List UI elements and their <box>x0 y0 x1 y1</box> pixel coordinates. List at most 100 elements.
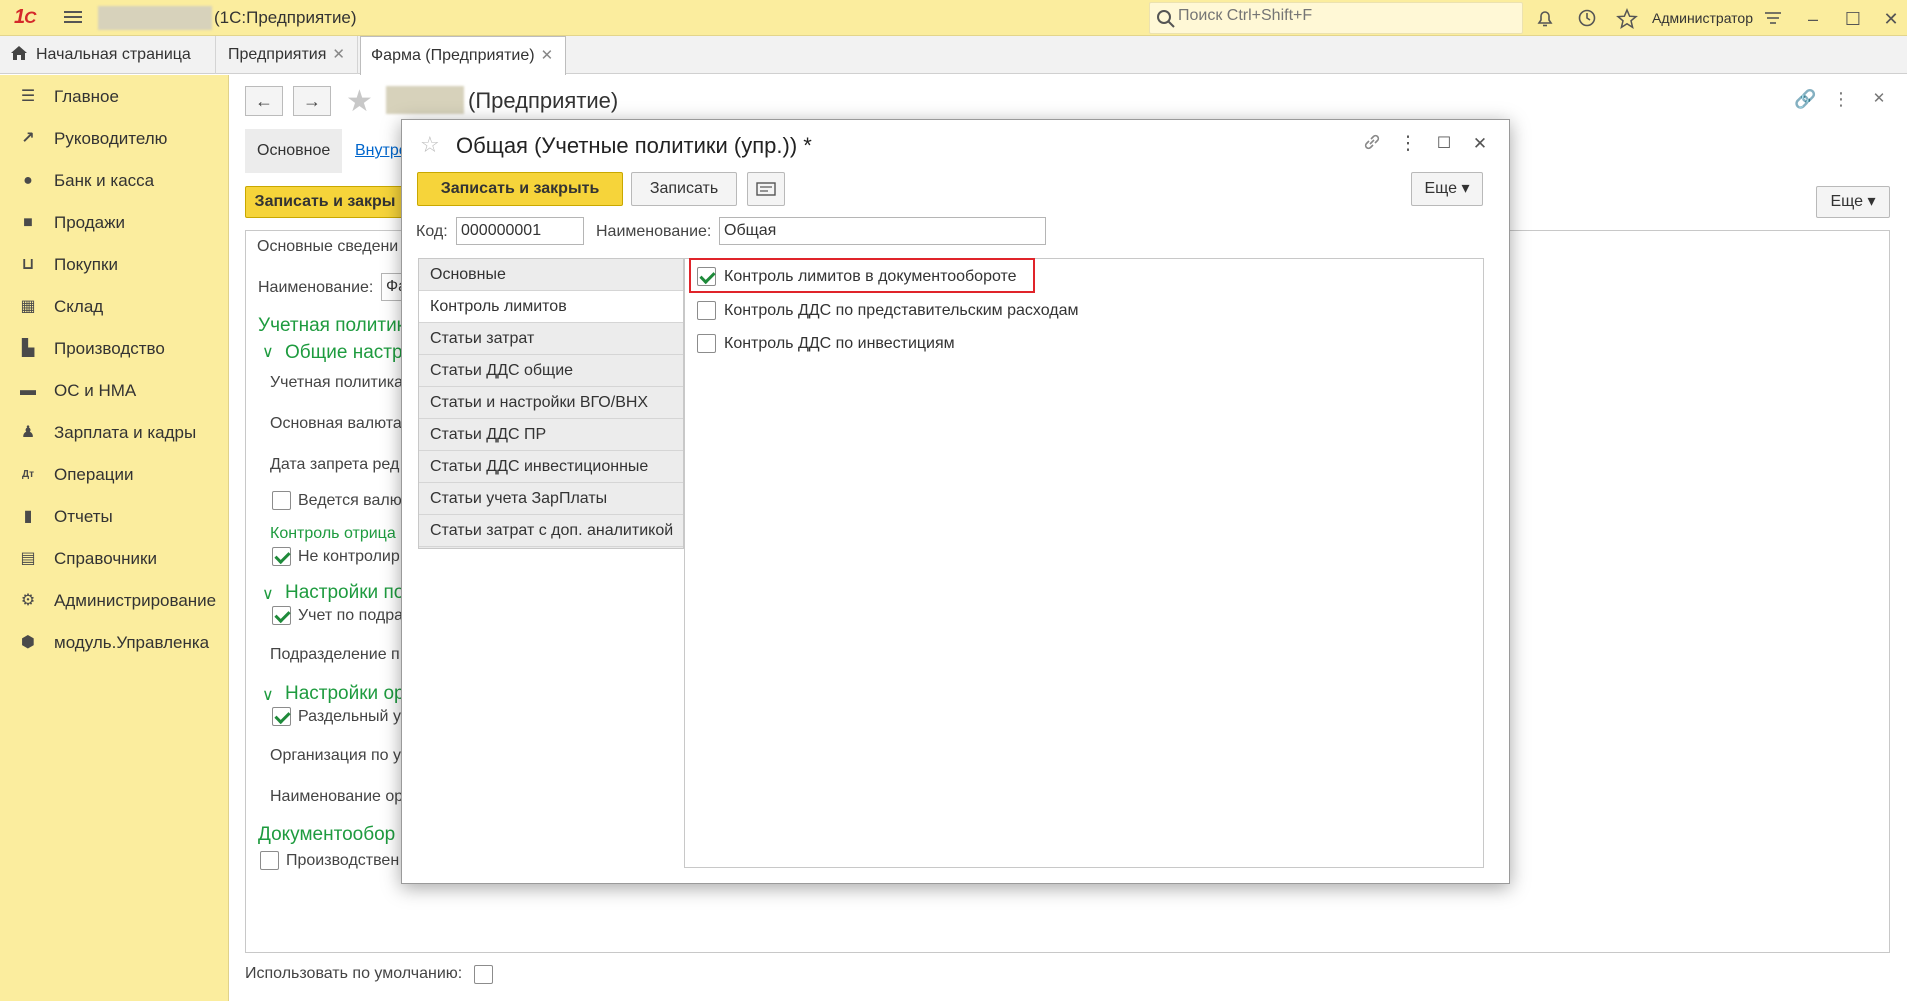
forward-button[interactable]: → <box>293 86 331 116</box>
settings-by-heading[interactable]: Настройки по <box>285 582 404 604</box>
dept-accounting-checkbox[interactable] <box>272 606 291 625</box>
tab-enterprises[interactable]: Предприятия ✕ <box>218 36 358 74</box>
back-button[interactable]: ← <box>245 86 283 116</box>
lock-date-label: Дата запрета ред <box>270 456 400 473</box>
close-dialog-icon[interactable]: ✕ <box>1468 132 1492 156</box>
nav-item-limit-control[interactable]: Контроль лимитов <box>419 291 683 323</box>
bell-icon[interactable] <box>1534 8 1556 30</box>
sidebar-item-label: Отчеты <box>54 507 113 526</box>
nav-item-cost-items[interactable]: Статьи затрат <box>419 323 683 355</box>
docflow-limit-control-checkbox[interactable] <box>697 267 716 286</box>
sidebar-item-sales[interactable]: ■ Продажи <box>0 207 229 239</box>
link-icon[interactable]: 🔗 <box>1794 88 1816 110</box>
limit-control-panel: Контроль лимитов в документообороте Конт… <box>684 258 1484 868</box>
history-icon[interactable] <box>1576 8 1598 30</box>
sidebar-item-management-module[interactable]: ⬢ модуль.Управленка <box>0 627 229 659</box>
general-settings-heading[interactable]: Общие настр <box>285 342 403 364</box>
sidebar-item-operations[interactable]: Дт Операции <box>0 459 229 491</box>
currency-accounting-label: Ведется валю <box>298 492 402 509</box>
save-and-close-button[interactable]: Записать и закрыть <box>417 172 623 206</box>
chevron-down-icon[interactable]: ∨ <box>262 685 274 705</box>
investment-cashflow-checkbox[interactable] <box>697 334 716 353</box>
nav-item-cost-items-analytics[interactable]: Статьи затрат с доп. аналитикой <box>419 515 683 547</box>
tab-main[interactable]: Основное <box>245 129 343 173</box>
favorites-star-icon[interactable] <box>1616 8 1638 30</box>
sidebar-item-label: Производство <box>54 339 165 358</box>
more-button-bg[interactable]: Еще ▾ <box>1816 186 1890 218</box>
nav-item-cashflow-pr[interactable]: Статьи ДДС ПР <box>419 419 683 451</box>
separate-accounting-checkbox[interactable] <box>272 707 291 726</box>
sidebar-item-reports[interactable]: ▮ Отчеты <box>0 501 229 533</box>
close-tab-icon[interactable]: ✕ <box>332 46 345 63</box>
more-vertical-icon[interactable]: ⋮ <box>1396 132 1420 156</box>
gear-icon: ⚙ <box>20 592 36 609</box>
not-controlled-checkbox[interactable] <box>272 547 291 566</box>
app-logo[interactable]: 1С <box>14 6 36 29</box>
nav-item-cashflow-general[interactable]: Статьи ДДС общие <box>419 355 683 387</box>
maximize-icon[interactable]: ☐ <box>1842 8 1864 30</box>
sections-sidebar: ☰ Главное ↗ Руководителю ● Банк и касса ■ Пр… <box>0 75 229 1001</box>
link-icon[interactable] <box>1360 132 1384 156</box>
sidebar-item-warehouse[interactable]: ▦ Склад <box>0 291 229 323</box>
nav-item-intragroup-settings[interactable]: Статьи и настройки ВГО/ВНХ <box>419 387 683 419</box>
nav-item-payroll-items[interactable]: Статьи учета ЗарПлаты <box>419 483 683 515</box>
favorite-star-icon[interactable]: ☆ <box>420 132 440 158</box>
accounting-policy-heading: Учетная политик <box>258 315 405 336</box>
nav-item-cashflow-investment[interactable]: Статьи ДДС инвестиционные <box>419 451 683 483</box>
main-menu-icon[interactable] <box>64 8 82 26</box>
link-internal[interactable]: Внутре <box>355 142 408 160</box>
warehouse-icon: ▦ <box>20 298 36 315</box>
app-title: (1С:Предприятие) <box>214 8 357 27</box>
chevron-down-icon[interactable]: ∨ <box>262 584 274 604</box>
menu-lines-icon: ☰ <box>20 88 36 105</box>
maximize-icon[interactable]: ☐ <box>1432 132 1456 156</box>
favorite-star-icon[interactable]: ★ <box>346 84 373 119</box>
representation-cashflow-checkbox[interactable] <box>697 301 716 320</box>
org-settings-heading[interactable]: Настройки ор <box>285 683 405 705</box>
sidebar-item-payroll-hr[interactable]: ♟ Зарплата и кадры <box>0 417 229 449</box>
sidebar-item-purchases[interactable]: ⊔ Покупки <box>0 249 229 281</box>
tab-home[interactable]: Начальная страница <box>0 36 216 74</box>
code-field[interactable]: 000000001 <box>456 217 584 245</box>
production-label: Производствен <box>286 852 400 869</box>
more-label: Еще <box>1830 193 1864 210</box>
sidebar-item-manager[interactable]: ↗ Руководителю <box>0 123 229 155</box>
sidebar-item-catalogs[interactable]: ▤ Справочники <box>0 543 229 575</box>
save-button[interactable]: Записать <box>631 172 737 206</box>
current-user[interactable]: Администратор <box>1652 10 1753 26</box>
sidebar-item-main[interactable]: ☰ Главное <box>0 81 229 113</box>
use-default-checkbox[interactable] <box>474 965 493 984</box>
minimize-icon[interactable]: – <box>1802 8 1824 30</box>
search-box[interactable] <box>1149 2 1523 34</box>
home-icon <box>11 46 27 60</box>
dialog-title: Общая (Учетные политики (упр.)) * <box>456 133 812 158</box>
sidebar-item-production[interactable]: ▙ Производство <box>0 333 229 365</box>
name-label: Наименование: <box>258 279 374 296</box>
settings-lines-icon[interactable] <box>1762 8 1784 30</box>
card-view-button[interactable] <box>747 172 785 206</box>
close-window-icon[interactable]: ✕ <box>1880 8 1902 30</box>
redacted-enterprise-name <box>386 86 464 114</box>
sidebar-item-label: Главное <box>54 87 119 106</box>
more-label: Еще <box>1424 180 1458 197</box>
truck-icon: ▬ <box>20 382 36 399</box>
nav-item-basic[interactable]: Основные <box>419 259 683 291</box>
tab-pharma-enterprise[interactable]: Фарма (Предприятие) ✕ <box>360 36 566 75</box>
sidebar-item-label: Администрирование <box>54 591 217 610</box>
production-checkbox[interactable] <box>260 851 279 870</box>
more-vertical-icon[interactable]: ⋮ <box>1830 88 1852 110</box>
currency-accounting-checkbox[interactable] <box>272 491 291 510</box>
more-button[interactable]: Еще ▾ <box>1411 172 1483 206</box>
close-tab-icon[interactable]: ✕ <box>541 47 554 64</box>
search-input[interactable] <box>1178 7 1498 25</box>
sidebar-item-bank-cash[interactable]: ● Банк и касса <box>0 165 229 197</box>
chevron-down-icon[interactable]: ∨ <box>262 342 274 362</box>
save-and-close-button-bg[interactable]: Записать и закры <box>245 186 405 218</box>
coin-icon: ● <box>23 172 33 189</box>
close-form-icon[interactable]: ✕ <box>1868 88 1890 110</box>
tab-basic-info[interactable]: Основные сведени <box>257 238 398 256</box>
name-field[interactable]: Общая <box>719 217 1046 245</box>
sidebar-item-fixed-assets[interactable]: ▬ ОС и НМА <box>0 375 229 407</box>
card-icon <box>756 182 776 196</box>
sidebar-item-administration[interactable]: ⚙ Администрирование <box>0 585 229 617</box>
